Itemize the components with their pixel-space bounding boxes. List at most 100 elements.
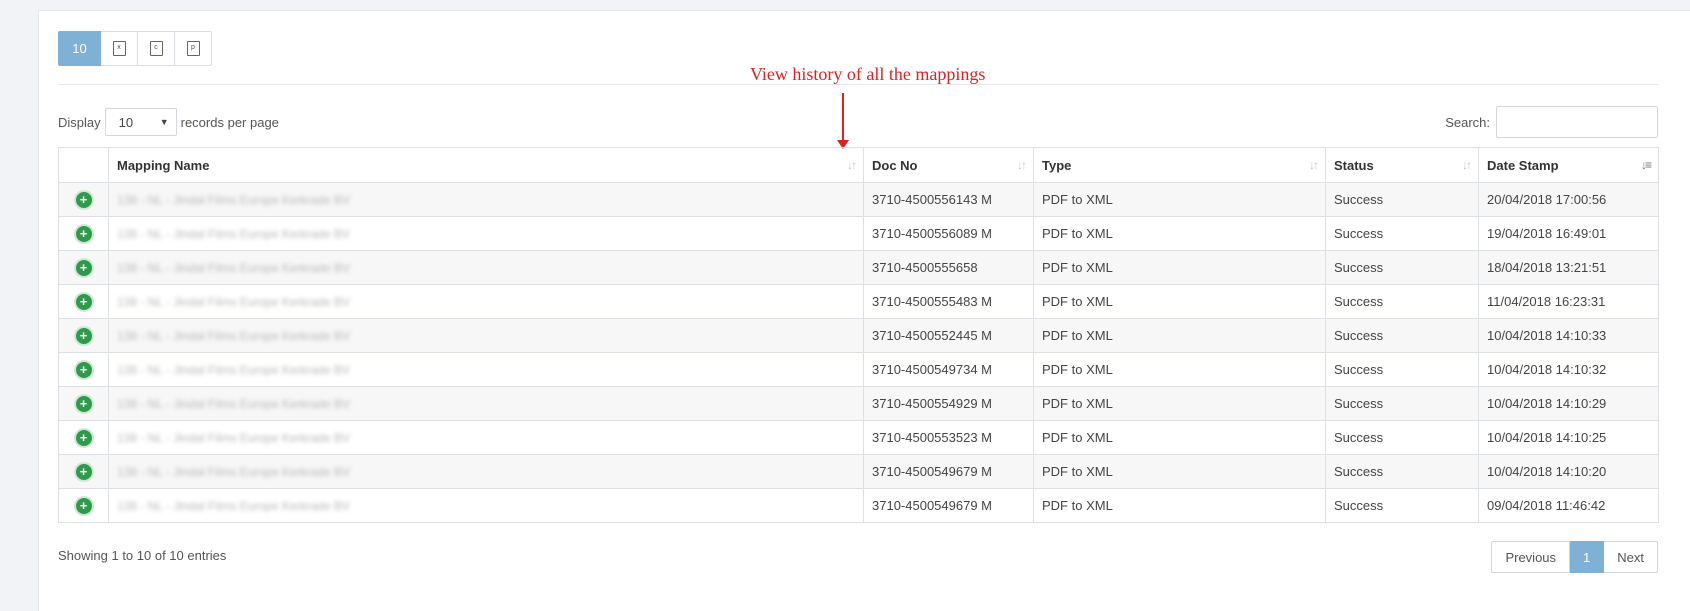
cell-type: PDF to XML xyxy=(1033,454,1326,489)
cell-status: Success xyxy=(1325,420,1479,455)
expand-row-icon[interactable]: + xyxy=(75,191,92,208)
mapping-history-table: Mapping Name ↓↑ Doc No ↓↑ Type ↓↑ Status ↓↑ … xyxy=(58,147,1659,523)
records-per-page: Display 10 ▼ records per page xyxy=(58,108,279,136)
sort-icon: ↓↑ xyxy=(1462,158,1472,172)
records-per-page-select[interactable]: 10 ▼ xyxy=(104,108,177,136)
column-header-date-stamp[interactable]: Date Stamp ↓≡ xyxy=(1478,147,1659,183)
cell-doc-no: 3710-4500554929 M xyxy=(863,386,1034,421)
cell-type: PDF to XML xyxy=(1033,352,1326,387)
cell-doc-no: 3710-4500552445 M xyxy=(863,318,1034,353)
cell-mapping-name: 138 - NL - Jindal Films Europe Kerkrade … xyxy=(108,250,864,285)
cell-mapping-name: 138 - NL - Jindal Films Europe Kerkrade … xyxy=(108,216,864,251)
mapping-name-text: 138 - NL - Jindal Films Europe Kerkrade … xyxy=(117,499,350,513)
next-page-button[interactable]: Next xyxy=(1604,541,1658,573)
search-input[interactable] xyxy=(1496,106,1658,138)
cell-date-stamp: 19/04/2018 16:49:01 xyxy=(1478,216,1659,251)
cell-type: PDF to XML xyxy=(1033,318,1326,353)
previous-page-button[interactable]: Previous xyxy=(1491,541,1571,573)
cell-doc-no: 3710-4500555483 M xyxy=(863,284,1034,319)
mapping-name-text: 138 - NL - Jindal Films Europe Kerkrade … xyxy=(117,397,350,411)
expand-cell: + xyxy=(58,352,109,387)
chevron-down-icon: ▼ xyxy=(159,117,169,127)
expand-row-icon[interactable]: + xyxy=(75,497,92,514)
cell-type: PDF to XML xyxy=(1033,182,1326,217)
mapping-name-text: 138 - NL - Jindal Films Europe Kerkrade … xyxy=(117,261,350,275)
column-header-mapping-name[interactable]: Mapping Name ↓↑ xyxy=(108,147,864,183)
search-label: Search: xyxy=(1445,114,1490,130)
column-header-label: Status xyxy=(1334,157,1374,173)
cell-doc-no: 3710-4500553523 M xyxy=(863,420,1034,455)
expand-row-icon[interactable]: + xyxy=(75,259,92,276)
mapping-name-text: 138 - NL - Jindal Films Europe Kerkrade … xyxy=(117,465,350,479)
cell-status: Success xyxy=(1325,182,1479,217)
cell-doc-no: 3710-4500555658 xyxy=(863,250,1034,285)
expand-row-icon[interactable]: + xyxy=(75,293,92,310)
cell-date-stamp: 20/04/2018 17:00:56 xyxy=(1478,182,1659,217)
mapping-name-text: 138 - NL - Jindal Films Europe Kerkrade … xyxy=(117,363,350,377)
expand-cell: + xyxy=(58,488,109,523)
table-info: Showing 1 to 10 of 10 entries xyxy=(58,548,227,563)
export-csv-button[interactable]: c xyxy=(138,31,175,66)
cell-type: PDF to XML xyxy=(1033,420,1326,455)
sort-icon: ↓↑ xyxy=(1309,158,1319,172)
cell-date-stamp: 11/04/2018 16:23:31 xyxy=(1478,284,1659,319)
cell-doc-no: 3710-4500549679 M xyxy=(863,454,1034,489)
cell-date-stamp: 10/04/2018 14:10:33 xyxy=(1478,318,1659,353)
csv-icon: c xyxy=(149,41,163,56)
records-per-page-suffix: records per page xyxy=(180,114,279,130)
cell-status: Success xyxy=(1325,284,1479,319)
mapping-name-text: 138 - NL - Jindal Films Europe Kerkrade … xyxy=(117,329,350,343)
cell-date-stamp: 18/04/2018 13:21:51 xyxy=(1478,250,1659,285)
table-row: +138 - NL - Jindal Films Europe Kerkrade… xyxy=(58,216,1659,251)
table-row: +138 - NL - Jindal Films Europe Kerkrade… xyxy=(58,454,1659,489)
table-row: +138 - NL - Jindal Films Europe Kerkrade… xyxy=(58,182,1659,217)
expand-column-header xyxy=(58,147,109,183)
cell-status: Success xyxy=(1325,318,1479,353)
search-area: Search: xyxy=(1445,106,1658,138)
cell-mapping-name: 138 - NL - Jindal Films Europe Kerkrade … xyxy=(108,488,864,523)
expand-cell: + xyxy=(58,386,109,421)
expand-row-icon[interactable]: + xyxy=(75,463,92,480)
cell-status: Success xyxy=(1325,216,1479,251)
cell-type: PDF to XML xyxy=(1033,284,1326,319)
cell-doc-no: 3710-4500549679 M xyxy=(863,488,1034,523)
page-size-button[interactable]: 10 xyxy=(58,31,101,66)
expand-row-icon[interactable]: + xyxy=(75,361,92,378)
cell-status: Success xyxy=(1325,386,1479,421)
expand-row-icon[interactable]: + xyxy=(75,429,92,446)
excel-icon: x xyxy=(112,41,126,56)
table-row: +138 - NL - Jindal Films Europe Kerkrade… xyxy=(58,250,1659,285)
expand-row-icon[interactable]: + xyxy=(75,327,92,344)
column-header-type[interactable]: Type ↓↑ xyxy=(1033,147,1326,183)
annotation-text: View history of all the mappings xyxy=(750,64,986,84)
column-header-label: Mapping Name xyxy=(117,157,210,173)
records-per-page-value: 10 xyxy=(118,114,134,130)
cell-mapping-name: 138 - NL - Jindal Films Europe Kerkrade … xyxy=(108,454,864,489)
pagination: Previous 1 Next xyxy=(1491,541,1658,573)
column-header-label: Doc No xyxy=(872,157,918,173)
column-header-status[interactable]: Status ↓↑ xyxy=(1325,147,1479,183)
cell-date-stamp: 09/04/2018 11:46:42 xyxy=(1478,488,1659,523)
page-1-button[interactable]: 1 xyxy=(1570,541,1605,573)
cell-type: PDF to XML xyxy=(1033,386,1326,421)
table-row: +138 - NL - Jindal Films Europe Kerkrade… xyxy=(58,352,1659,387)
cell-doc-no: 3710-4500556089 M xyxy=(863,216,1034,251)
sort-icon: ↓↑ xyxy=(1017,158,1027,172)
cell-date-stamp: 10/04/2018 14:10:32 xyxy=(1478,352,1659,387)
sort-icon: ↓↑ xyxy=(847,158,857,172)
mapping-name-text: 138 - NL - Jindal Films Europe Kerkrade … xyxy=(117,193,350,207)
expand-row-icon[interactable]: + xyxy=(75,225,92,242)
annotation-arrow xyxy=(842,93,844,145)
column-header-doc-no[interactable]: Doc No ↓↑ xyxy=(863,147,1034,183)
table-row: +138 - NL - Jindal Films Europe Kerkrade… xyxy=(58,318,1659,353)
table-body: +138 - NL - Jindal Films Europe Kerkrade… xyxy=(58,182,1659,523)
sort-desc-icon: ↓≡ xyxy=(1640,158,1652,172)
cell-status: Success xyxy=(1325,488,1479,523)
table-row: +138 - NL - Jindal Films Europe Kerkrade… xyxy=(58,386,1659,421)
expand-row-icon[interactable]: + xyxy=(75,395,92,412)
cell-type: PDF to XML xyxy=(1033,250,1326,285)
export-excel-button[interactable]: x xyxy=(101,31,138,66)
expand-cell: + xyxy=(58,250,109,285)
export-toolbar: 10 x c p xyxy=(58,31,212,66)
export-pdf-button[interactable]: p xyxy=(175,31,212,66)
